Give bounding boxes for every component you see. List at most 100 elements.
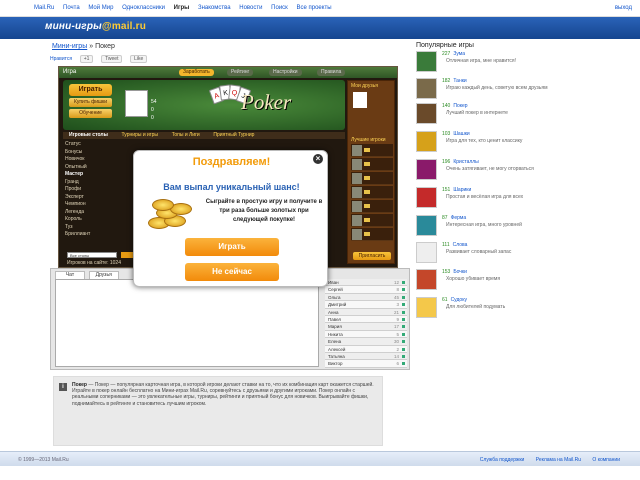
chat-messages[interactable] xyxy=(55,279,319,367)
game-title-link[interactable]: Зума xyxy=(453,51,465,57)
settings-button[interactable]: Настройки xyxy=(269,69,302,76)
player-row[interactable]: Никита 5 xyxy=(325,330,407,339)
popular-game-item[interactable]: 151 Шарики Простая и весёлая игра для всех xyxy=(416,186,636,210)
popular-game-item[interactable]: 196 Кристаллы Очень затягивает, не могу от… xyxy=(416,158,636,182)
top-nav-item-mailru[interactable]: Mail.Ru xyxy=(34,5,54,11)
player-row[interactable]: Иван 12 xyxy=(325,279,407,287)
breadcrumb-link[interactable]: Мини-игры xyxy=(52,43,87,50)
popular-game-item[interactable]: 153 Бочки Хорошо убивает время xyxy=(416,268,636,292)
list-item[interactable]: Статус xyxy=(65,141,135,149)
like-label[interactable]: Нравится xyxy=(50,56,72,62)
list-item[interactable]: Мастер xyxy=(65,171,135,179)
top-nav-item-pochta[interactable]: Почта xyxy=(63,5,80,11)
list-item[interactable]: Туз xyxy=(65,224,135,232)
friend-row[interactable] xyxy=(351,228,393,241)
list-item[interactable]: Профи xyxy=(65,186,135,194)
game-thumbnail-icon[interactable] xyxy=(416,187,437,208)
friend-row[interactable] xyxy=(351,158,393,171)
modal-decline-button[interactable]: Не сейчас xyxy=(185,263,279,281)
site-logo[interactable]: мини-игры@mail.ru xyxy=(45,21,146,32)
friend-row[interactable] xyxy=(351,172,393,185)
player-row[interactable]: Дмитрий 3 xyxy=(325,301,407,309)
footer-link-support[interactable]: Служба поддержки xyxy=(480,457,525,463)
player-avatar[interactable] xyxy=(125,90,148,117)
game-title-link[interactable]: Ферма xyxy=(451,215,467,221)
game-title-link[interactable]: Шашки xyxy=(453,131,469,137)
game-title-link[interactable]: Шарики xyxy=(453,187,471,193)
top-nav-item-novosti[interactable]: Новости xyxy=(239,5,262,11)
game-title-link[interactable]: Судоку xyxy=(451,297,467,303)
friend-row[interactable] xyxy=(351,214,393,227)
tab-friends[interactable]: Друзья xyxy=(88,271,119,279)
fb-like-button[interactable]: Like xyxy=(130,55,148,63)
top-nav-item-igry[interactable]: Игры xyxy=(174,5,190,11)
game-title-link[interactable]: Бочки xyxy=(453,269,467,275)
top-nav-item-vse-proekty[interactable]: Все проекты xyxy=(296,5,331,11)
list-item[interactable]: Король xyxy=(65,216,135,224)
game-thumbnail-icon[interactable] xyxy=(416,131,437,152)
tables-select[interactable]: Все столы xyxy=(67,252,117,258)
list-item[interactable]: Опытный xyxy=(65,164,135,172)
game-thumbnail-icon[interactable] xyxy=(416,215,437,236)
friend-row[interactable] xyxy=(351,144,393,157)
player-row[interactable]: Мария 17 xyxy=(325,323,407,331)
popular-game-item[interactable]: 103 Шашки Игра для тех, кто ценит классику xyxy=(416,130,636,154)
popular-game-item[interactable]: 87 Ферма Интересная игра, много уровней xyxy=(416,214,636,238)
game-thumbnail-icon[interactable] xyxy=(416,159,437,180)
tab-special[interactable]: Приятный Турнир xyxy=(213,132,254,139)
list-item[interactable]: Легенда xyxy=(65,209,135,217)
earn-button[interactable]: Заработать xyxy=(179,69,214,76)
rules-button[interactable]: Правила xyxy=(317,69,346,76)
tutorial-button[interactable]: Обучение xyxy=(69,109,112,118)
player-row[interactable]: Татьяна 14 xyxy=(325,352,407,361)
tab-tournaments[interactable]: Турниры и игры xyxy=(122,132,159,139)
popular-game-item[interactable]: 111 Слова Развивает словарный запас xyxy=(416,241,636,265)
footer-link-ads[interactable]: Реклама на Mail.Ru xyxy=(536,457,581,463)
list-item[interactable]: Гранд xyxy=(65,179,135,187)
footer-link-about[interactable]: О компании xyxy=(592,457,620,463)
game-thumbnail-icon[interactable] xyxy=(416,103,437,124)
top-nav-item-moimir[interactable]: Мой Мир xyxy=(88,5,113,11)
tweet-button[interactable]: Tweet xyxy=(101,55,123,63)
logout-link[interactable]: выход xyxy=(615,5,632,11)
modal-play-button[interactable]: Играть xyxy=(185,238,279,256)
list-item[interactable]: Новичок xyxy=(65,156,135,164)
player-row[interactable]: Павел 9 xyxy=(325,315,407,324)
player-row[interactable]: Алексей 2 xyxy=(325,345,407,353)
list-item[interactable]: Чемпион xyxy=(65,201,135,209)
game-thumbnail-icon[interactable] xyxy=(416,78,437,99)
lobby-play-button[interactable]: Играть xyxy=(69,84,112,96)
top-nav-item-znakomstva[interactable]: Знакомства xyxy=(198,5,231,11)
player-row[interactable]: Ольга 45 xyxy=(325,293,407,302)
game-thumbnail-icon[interactable] xyxy=(416,242,437,263)
top-nav-item-odnoklassniki[interactable]: Одноклассники xyxy=(122,5,165,11)
friend-avatar[interactable] xyxy=(353,92,367,108)
list-item[interactable]: Бриллиант xyxy=(65,231,135,239)
gplus-button[interactable]: +1 xyxy=(79,55,94,63)
popular-game-item[interactable]: 182 Танки Играю каждый день, советую всем … xyxy=(416,77,636,101)
list-item[interactable]: Бонусы xyxy=(65,149,135,157)
game-title-link[interactable]: Танки xyxy=(453,78,466,84)
player-row[interactable]: Виктор 6 xyxy=(325,360,407,368)
buy-chips-button[interactable]: Купить фишки xyxy=(69,98,112,107)
player-row[interactable]: Елена 30 xyxy=(325,338,407,346)
player-row[interactable]: Анна 21 xyxy=(325,308,407,316)
invite-button[interactable]: Пригласить xyxy=(353,252,391,260)
popular-game-item[interactable]: 61 Судоку Для любителей подумать xyxy=(416,296,636,320)
game-title-link[interactable]: Кристаллы xyxy=(453,159,478,165)
rating-button[interactable]: Рейтинг xyxy=(227,69,254,76)
game-title-link[interactable]: Покер xyxy=(453,103,467,109)
popular-game-item[interactable]: 227 Зума Отличная игра, мне нравится! xyxy=(416,50,636,74)
list-item[interactable]: Эксперт xyxy=(65,194,135,202)
tab-chat[interactable]: Чат xyxy=(55,271,85,279)
tab-tops[interactable]: Топы и Лиги xyxy=(172,132,200,139)
game-thumbnail-icon[interactable] xyxy=(416,51,437,72)
top-nav-item-poisk[interactable]: Поиск xyxy=(271,5,288,11)
player-row[interactable]: Сергей 8 xyxy=(325,286,407,294)
tab-tables[interactable]: Игровые столы xyxy=(69,132,108,139)
popular-game-item[interactable]: 140 Покер Лучший покер в интернете xyxy=(416,102,636,126)
game-title-link[interactable]: Слова xyxy=(453,242,468,248)
apply-filter-button[interactable] xyxy=(121,252,133,258)
game-thumbnail-icon[interactable] xyxy=(416,297,437,318)
friend-row[interactable] xyxy=(351,200,393,213)
